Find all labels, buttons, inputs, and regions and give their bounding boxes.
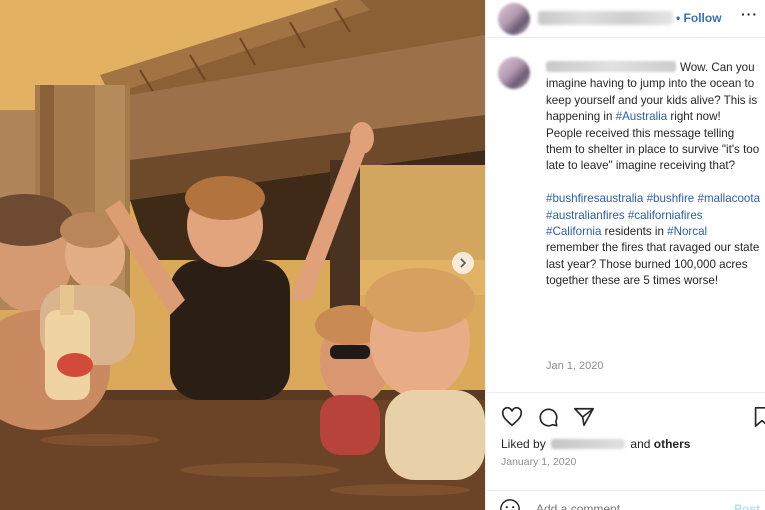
next-photo-button[interactable] bbox=[452, 252, 474, 274]
hashtag-link[interactable]: #California bbox=[546, 225, 601, 238]
bookmark-icon[interactable] bbox=[753, 406, 765, 428]
caption-text: remember the fires that ravaged our stat… bbox=[546, 241, 760, 288]
liker-username-redacted[interactable] bbox=[551, 439, 626, 449]
hashtag-link[interactable]: #californiafires bbox=[628, 209, 703, 222]
hashtag-link[interactable]: #Australia bbox=[616, 110, 668, 123]
caption-date: Jan 1, 2020 bbox=[546, 360, 604, 372]
likes-suffix: and bbox=[630, 437, 651, 451]
caption-text: residents in bbox=[601, 225, 668, 239]
hashtag-link[interactable]: #mallacoota bbox=[698, 192, 761, 205]
author-avatar[interactable] bbox=[498, 3, 530, 35]
caption-text: right now! bbox=[667, 110, 721, 124]
follow-label: Follow bbox=[683, 11, 722, 25]
caption-username-redacted[interactable] bbox=[546, 61, 676, 72]
post-date: January 1, 2020 bbox=[501, 456, 577, 468]
caption-author-avatar[interactable] bbox=[498, 57, 530, 89]
hashtag-link[interactable]: #australianfires bbox=[546, 209, 625, 222]
caption-line: #California residents in #Norcal remembe… bbox=[546, 224, 762, 290]
likes-summary[interactable]: Liked by and others bbox=[501, 437, 690, 451]
likes-prefix: Liked by bbox=[501, 437, 546, 451]
post-photo[interactable] bbox=[0, 0, 485, 510]
caption-line: People received this message telling the… bbox=[546, 126, 762, 175]
comment-input[interactable] bbox=[536, 502, 726, 510]
post-sidebar: • Follow ··· Wow. Can you imagine having… bbox=[485, 0, 765, 510]
share-icon[interactable] bbox=[573, 406, 595, 428]
caption-line bbox=[546, 175, 762, 191]
chevron-right-icon bbox=[460, 258, 467, 268]
more-options-icon[interactable]: ··· bbox=[741, 6, 758, 22]
likes-others[interactable]: others bbox=[654, 437, 691, 451]
author-username-redacted[interactable] bbox=[538, 11, 673, 25]
heart-icon[interactable] bbox=[501, 406, 523, 428]
photo-illustration bbox=[0, 0, 485, 510]
caption-line: #bushfiresaustralia #bushfire #mallacoot… bbox=[546, 191, 762, 224]
hashtag-link[interactable]: #bushfiresaustralia bbox=[546, 192, 643, 205]
hashtag-link[interactable]: #Norcal bbox=[667, 225, 707, 238]
emoji-icon[interactable] bbox=[499, 498, 521, 510]
hashtag-link[interactable]: #bushfire bbox=[647, 192, 695, 205]
post-header: • Follow ··· bbox=[486, 0, 765, 38]
action-bar bbox=[486, 392, 765, 442]
comment-icon[interactable] bbox=[537, 406, 559, 428]
caption-text: People received this message telling the… bbox=[546, 126, 760, 173]
follow-button[interactable]: • Follow bbox=[676, 11, 722, 25]
follow-separator: • bbox=[676, 11, 681, 25]
comment-bar: Post bbox=[486, 490, 765, 510]
post-caption: Wow. Can you imagine having to jump into… bbox=[546, 60, 762, 290]
post-comment-button[interactable]: Post bbox=[734, 502, 760, 510]
